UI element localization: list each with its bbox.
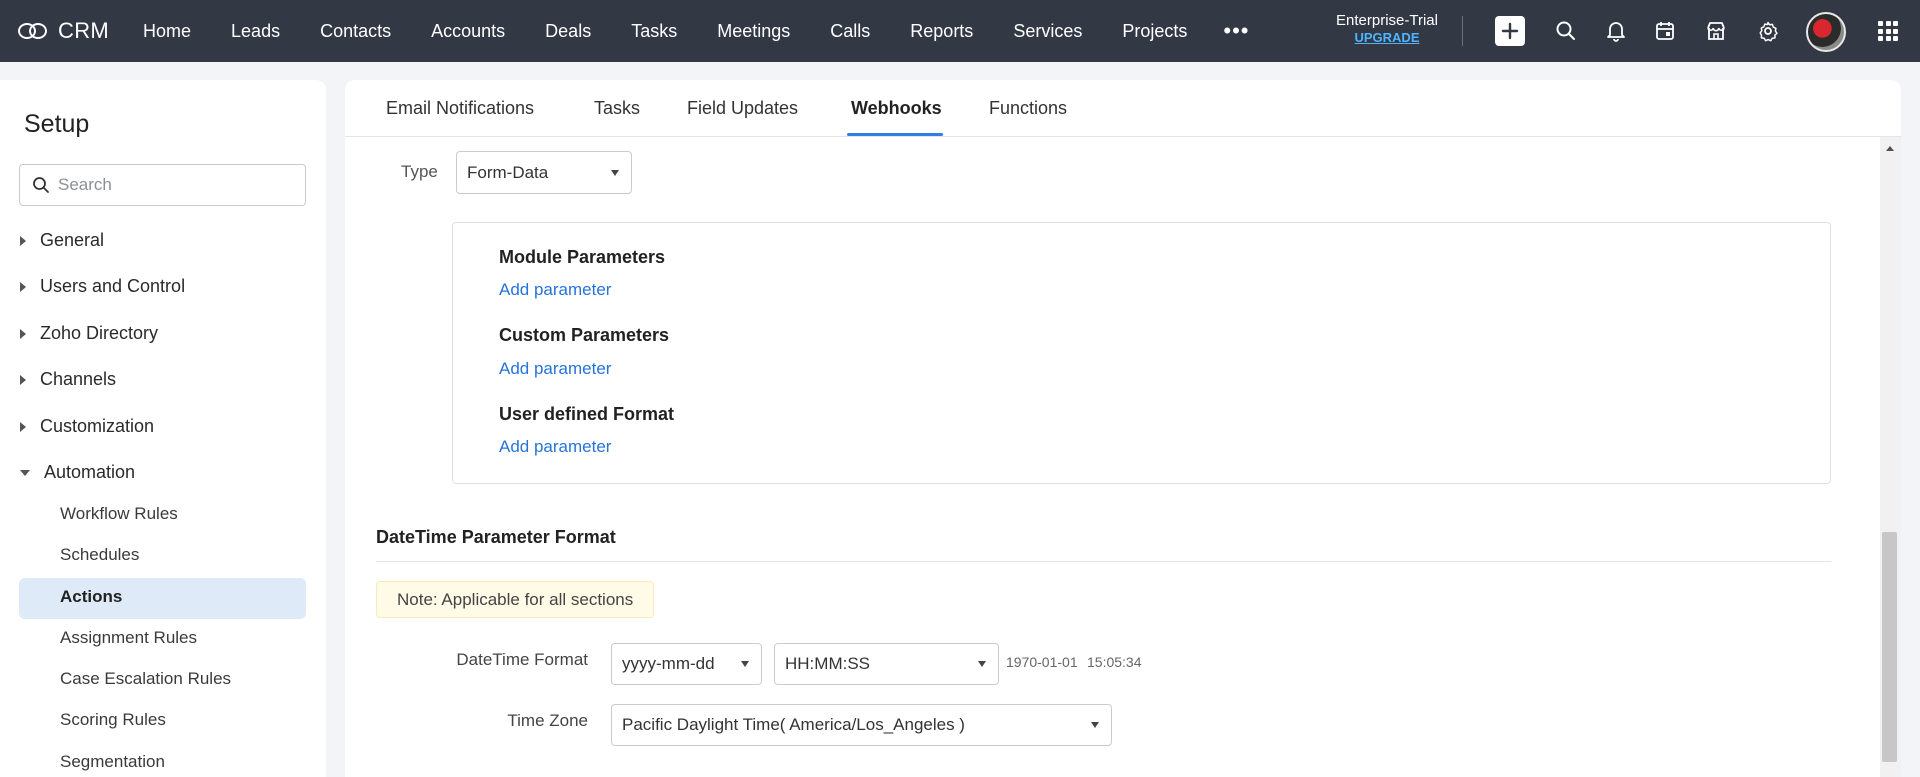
add-module-parameter-link[interactable]: Add parameter — [499, 280, 611, 300]
type-dropdown-value: Form-Data — [467, 162, 549, 182]
crm-logo[interactable]: CRM — [18, 18, 109, 44]
sidebar-section-zoho-directory[interactable]: Zoho Directory — [20, 323, 158, 344]
tab-webhooks[interactable]: Webhooks — [851, 98, 942, 119]
add-custom-parameter-link[interactable]: Add parameter — [499, 359, 611, 379]
edition-label: Enterprise-Trial — [1336, 12, 1438, 29]
module-parameters-heading: Module Parameters — [499, 247, 666, 267]
chevron-down-icon — [741, 661, 749, 667]
tab-tasks[interactable]: Tasks — [594, 98, 640, 119]
user-defined-format-heading: User defined Format — [499, 404, 675, 424]
caret-right-icon — [20, 281, 26, 292]
date-format-value: yyyy-mm-dd — [622, 654, 715, 673]
setup-sidebar: Setup General Users and Control Zoho Dir… — [0, 80, 326, 777]
nav-contacts[interactable]: Contacts — [320, 21, 391, 42]
section-label: Automation — [44, 462, 136, 482]
nav-services[interactable]: Services — [1013, 21, 1082, 42]
tab-functions[interactable]: Functions — [989, 98, 1067, 119]
custom-parameters-heading: Custom Parameters — [499, 325, 670, 345]
search-icon[interactable] — [1554, 19, 1578, 43]
datetime-format-label: DateTime Format — [456, 650, 588, 669]
search-icon — [33, 177, 49, 193]
sidebar-item-scoring-rules[interactable]: Scoring Rules — [60, 710, 166, 730]
main-nav: Home Leads Contacts Accounts Deals Tasks… — [123, 20, 1249, 42]
tab-field-updates[interactable]: Field Updates — [687, 98, 798, 119]
main-panel: Email Notifications Tasks Field Updates … — [345, 80, 1901, 777]
scroll-up-arrow-icon[interactable] — [1886, 146, 1894, 151]
sidebar-item-case-escalation-rules[interactable]: Case Escalation Rules — [60, 669, 231, 689]
nav-accounts[interactable]: Accounts — [431, 21, 505, 42]
type-dropdown[interactable]: Form-Data — [456, 151, 632, 194]
parameters-box: Module Parameters Add parameter Custom P… — [452, 222, 1831, 484]
topbar-divider — [1462, 16, 1463, 46]
caret-right-icon — [20, 374, 26, 385]
nav-projects[interactable]: Projects — [1122, 21, 1187, 42]
date-format-dropdown[interactable]: yyyy-mm-dd — [611, 643, 762, 685]
nav-leads[interactable]: Leads — [231, 21, 280, 42]
scrollbar-thumb[interactable] — [1882, 532, 1897, 762]
chevron-down-icon — [978, 661, 986, 667]
caret-down-icon — [20, 469, 30, 476]
marketplace-icon[interactable] — [1704, 19, 1728, 43]
edition-badge: Enterprise-Trial UPGRADE — [1330, 12, 1444, 46]
sidebar-search[interactable] — [19, 164, 306, 206]
nav-reports[interactable]: Reports — [910, 21, 973, 42]
crm-logo-icon — [18, 21, 50, 41]
upgrade-link[interactable]: UPGRADE — [1330, 29, 1444, 46]
note-banner: Note: Applicable for all sections — [376, 581, 655, 618]
apps-grid-icon[interactable] — [1878, 21, 1898, 41]
timezone-value: Pacific Daylight Time( America/Los_Angel… — [622, 715, 965, 734]
sidebar-section-channels[interactable]: Channels — [20, 369, 116, 390]
timezone-dropdown[interactable]: Pacific Daylight Time( America/Los_Angel… — [611, 704, 1112, 746]
caret-right-icon — [20, 421, 26, 432]
user-avatar[interactable] — [1806, 12, 1846, 52]
sidebar-section-users-and-control[interactable]: Users and Control — [20, 276, 185, 297]
plus-icon — [1501, 22, 1519, 40]
sidebar-item-assignment-rules[interactable]: Assignment Rules — [60, 628, 197, 648]
nav-deals[interactable]: Deals — [545, 21, 591, 42]
time-preview: 15:05:34 — [1087, 654, 1142, 670]
add-user-defined-parameter-link[interactable]: Add parameter — [499, 437, 611, 457]
sidebar-item-workflow-rules[interactable]: Workflow Rules — [60, 504, 178, 524]
section-label: Customization — [40, 416, 155, 436]
sidebar-search-input[interactable] — [58, 175, 288, 195]
type-label: Type — [401, 162, 438, 181]
time-format-dropdown[interactable]: HH:MM:SS — [774, 643, 999, 685]
caret-right-icon — [20, 235, 26, 246]
nav-tasks[interactable]: Tasks — [631, 21, 677, 42]
sidebar-item-actions-label: Actions — [60, 587, 123, 606]
section-label: General — [40, 230, 105, 250]
sidebar-section-automation[interactable]: Automation — [20, 462, 135, 483]
nav-meetings[interactable]: Meetings — [717, 21, 790, 42]
sidebar-section-general[interactable]: General — [20, 230, 104, 251]
nav-home[interactable]: Home — [143, 21, 191, 42]
time-format-value: HH:MM:SS — [785, 654, 870, 673]
timezone-label: Time Zone — [507, 711, 588, 730]
sidebar-title: Setup — [24, 110, 90, 138]
active-tab-indicator — [847, 133, 943, 136]
datetime-format-title: DateTime Parameter Format — [376, 527, 616, 547]
sidebar-item-schedules[interactable]: Schedules — [60, 545, 139, 565]
tab-email-notifications[interactable]: Email Notifications — [386, 98, 534, 119]
top-navigation-bar: CRM Home Leads Contacts Accounts Deals T… — [0, 0, 1920, 62]
chevron-down-icon — [611, 169, 619, 176]
caret-right-icon — [20, 328, 26, 339]
date-preview: 1970-01-01 — [1006, 654, 1078, 670]
section-divider — [376, 561, 1831, 562]
calendar-icon[interactable] — [1653, 19, 1677, 43]
gear-icon[interactable] — [1756, 19, 1780, 43]
more-menu-icon[interactable]: ••• — [1223, 20, 1249, 42]
bell-icon[interactable] — [1604, 19, 1628, 43]
create-new-button[interactable] — [1495, 16, 1525, 46]
chevron-down-icon — [1091, 722, 1099, 728]
nav-calls[interactable]: Calls — [830, 21, 870, 42]
actions-tabs: Email Notifications Tasks Field Updates … — [345, 80, 1901, 137]
sidebar-item-segmentation[interactable]: Segmentation — [60, 752, 165, 772]
section-label: Channels — [40, 369, 117, 389]
sidebar-section-customization[interactable]: Customization — [20, 416, 154, 437]
app-name: CRM — [58, 18, 110, 43]
section-label: Users and Control — [40, 276, 186, 296]
section-label: Zoho Directory — [40, 323, 159, 343]
